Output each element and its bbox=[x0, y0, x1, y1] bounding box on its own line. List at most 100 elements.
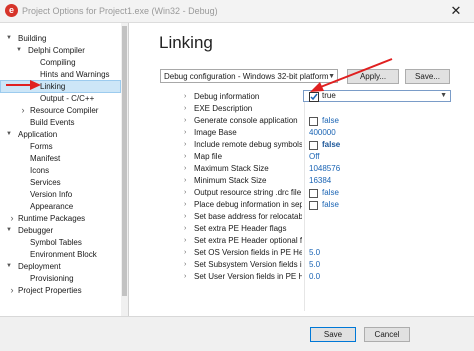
expand-icon[interactable]: › bbox=[184, 259, 186, 270]
checkbox[interactable] bbox=[309, 189, 318, 198]
property-name: Minimum Stack Size bbox=[194, 176, 267, 185]
app-logo-icon: e bbox=[5, 4, 18, 17]
tree-item-resource-compiler[interactable]: › Resource Compiler bbox=[0, 105, 120, 116]
expand-icon[interactable]: › bbox=[184, 175, 186, 186]
property-value: 0.0 bbox=[309, 272, 321, 281]
tree-item-version-info[interactable]: Version Info bbox=[0, 189, 120, 200]
tree-item-project-properties[interactable]: › Project Properties bbox=[0, 285, 120, 296]
expand-icon[interactable]: › bbox=[184, 139, 186, 150]
tree-item-application[interactable]: ▼ Application bbox=[0, 129, 120, 140]
expand-icon[interactable]: › bbox=[184, 127, 186, 138]
annotation-arrow-left bbox=[6, 80, 41, 90]
expand-icon[interactable]: › bbox=[184, 187, 186, 198]
chevron-down-icon[interactable]: ▼ bbox=[440, 91, 447, 101]
property-row-subsystem-version[interactable]: › Set Subsystem Version fields in PE Hea… bbox=[178, 259, 451, 270]
tree-item-label: Services bbox=[30, 178, 61, 187]
tree-item-deployment[interactable]: ▼ Deployment bbox=[0, 261, 120, 272]
save-config-button[interactable]: Save... bbox=[405, 69, 450, 84]
property-row-remote-debug-symbols[interactable]: › Include remote debug symbols false bbox=[178, 139, 451, 150]
property-row-generate-console[interactable]: › Generate console application false bbox=[178, 115, 451, 126]
property-row-map-file[interactable]: › Map file Off bbox=[178, 151, 451, 162]
property-row-min-stack-size[interactable]: › Minimum Stack Size 16384 bbox=[178, 175, 451, 186]
property-name: Image Base bbox=[194, 128, 237, 137]
property-row-os-version[interactable]: › Set OS Version fields in PE Headers 5.… bbox=[178, 247, 451, 258]
tree-item-symbol-tables[interactable]: Symbol Tables bbox=[0, 237, 120, 248]
checkbox[interactable] bbox=[309, 117, 318, 126]
tree-item-build-events[interactable]: Build Events bbox=[0, 117, 120, 128]
tree-item-services[interactable]: Services bbox=[0, 177, 120, 188]
property-row-separate-debug-info[interactable]: › Place debug information in separate fa… bbox=[178, 199, 451, 210]
save-button[interactable]: Save bbox=[310, 327, 356, 342]
property-name: EXE Description bbox=[194, 104, 253, 113]
property-row-user-version[interactable]: › Set User Version fields in PE Headers … bbox=[178, 271, 451, 282]
tree-item-label: Forms bbox=[30, 142, 53, 151]
tree-item-forms[interactable]: Forms bbox=[0, 141, 120, 152]
expand-icon[interactable]: › bbox=[184, 271, 186, 282]
expand-icon[interactable]: › bbox=[184, 235, 186, 246]
property-row-drc-file[interactable]: › Output resource string .drc file false bbox=[178, 187, 451, 198]
property-row-pe-header-optional-flags[interactable]: › Set extra PE Header optional flags bbox=[178, 235, 451, 246]
property-name: Output resource string .drc file bbox=[194, 188, 302, 197]
tree-item-label: Deployment bbox=[18, 262, 61, 271]
collapse-icon[interactable]: ▼ bbox=[5, 261, 13, 272]
expand-icon[interactable]: › bbox=[184, 115, 186, 126]
tree-item-manifest[interactable]: Manifest bbox=[0, 153, 120, 164]
property-row-pe-header-flags[interactable]: › Set extra PE Header flags bbox=[178, 223, 451, 234]
tree-item-environment-block[interactable]: Environment Block bbox=[0, 249, 120, 260]
tree-item-label: Debugger bbox=[18, 226, 54, 235]
property-row-base-address[interactable]: › Set base address for relocatable image… bbox=[178, 211, 451, 222]
tree-item-icons[interactable]: Icons bbox=[0, 165, 120, 176]
tree-item-compiling[interactable]: Compiling bbox=[0, 57, 120, 68]
collapse-icon[interactable]: ▼ bbox=[5, 225, 13, 236]
scrollbar-thumb[interactable] bbox=[122, 26, 127, 296]
tree-item-label: Environment Block bbox=[30, 250, 97, 259]
tree-item-debugger[interactable]: ▼ Debugger bbox=[0, 225, 120, 236]
tree-item-label: Delphi Compiler bbox=[28, 46, 85, 55]
expand-icon[interactable]: › bbox=[184, 91, 186, 102]
tree-item-label: Symbol Tables bbox=[30, 238, 82, 247]
tree-item-output-c[interactable]: Output - C/C++ bbox=[0, 93, 120, 104]
collapse-icon[interactable]: ▼ bbox=[15, 45, 23, 56]
property-value: 1048576 bbox=[309, 164, 341, 173]
expand-icon[interactable]: › bbox=[184, 247, 186, 258]
property-name: Set base address for relocatable images bbox=[194, 212, 302, 221]
property-row-max-stack-size[interactable]: › Maximum Stack Size 1048576 bbox=[178, 163, 451, 174]
property-row-image-base[interactable]: › Image Base 400000 bbox=[178, 127, 451, 138]
tree-item-label: Application bbox=[18, 130, 58, 139]
expand-icon[interactable]: › bbox=[184, 151, 186, 162]
annotation-arrow-diagonal bbox=[310, 58, 393, 92]
collapse-icon[interactable]: ▼ bbox=[5, 33, 13, 44]
tree-item-runtime-packages[interactable]: › Runtime Packages bbox=[0, 213, 120, 224]
tree-item-delphi-compiler[interactable]: ▼ Delphi Compiler bbox=[0, 45, 120, 56]
expand-icon[interactable]: › bbox=[8, 213, 16, 224]
tree-scrollbar[interactable] bbox=[121, 23, 128, 316]
expand-icon[interactable]: › bbox=[184, 211, 186, 222]
expand-icon[interactable]: › bbox=[19, 105, 27, 116]
checkbox[interactable] bbox=[309, 141, 318, 150]
close-button[interactable]: ✕ bbox=[438, 0, 474, 22]
tree-item-appearance[interactable]: Appearance bbox=[0, 201, 120, 212]
expand-icon[interactable]: › bbox=[184, 199, 186, 210]
expand-icon[interactable]: › bbox=[8, 285, 16, 296]
tree-item-provisioning[interactable]: Provisioning bbox=[0, 273, 120, 284]
tree-item-building[interactable]: ▼ Building bbox=[0, 33, 120, 44]
property-name: Set Subsystem Version fields in PE Heade… bbox=[194, 260, 302, 269]
property-row-exe-description[interactable]: › EXE Description bbox=[178, 103, 451, 114]
tree-item-label: Version Info bbox=[30, 190, 73, 199]
expand-icon[interactable]: › bbox=[184, 223, 186, 234]
tree-item-label: Build Events bbox=[30, 118, 75, 127]
property-value: false bbox=[322, 116, 339, 125]
cancel-button[interactable]: Cancel bbox=[364, 327, 410, 342]
property-name: Set OS Version fields in PE Headers bbox=[194, 248, 302, 257]
tree-item-label: Project Properties bbox=[18, 286, 82, 295]
property-name: Place debug information in separate bbox=[194, 200, 302, 209]
property-name: Debug information bbox=[194, 92, 260, 101]
property-value: false bbox=[322, 140, 341, 149]
title-bar: e Project Options for Project1.exe (Win3… bbox=[0, 0, 474, 23]
expand-icon[interactable]: › bbox=[184, 163, 186, 174]
checkbox[interactable] bbox=[309, 201, 318, 210]
expand-icon[interactable]: › bbox=[184, 103, 186, 114]
tree-item-label: Compiling bbox=[40, 58, 76, 67]
property-name: Maximum Stack Size bbox=[194, 164, 269, 173]
collapse-icon[interactable]: ▼ bbox=[5, 129, 13, 140]
